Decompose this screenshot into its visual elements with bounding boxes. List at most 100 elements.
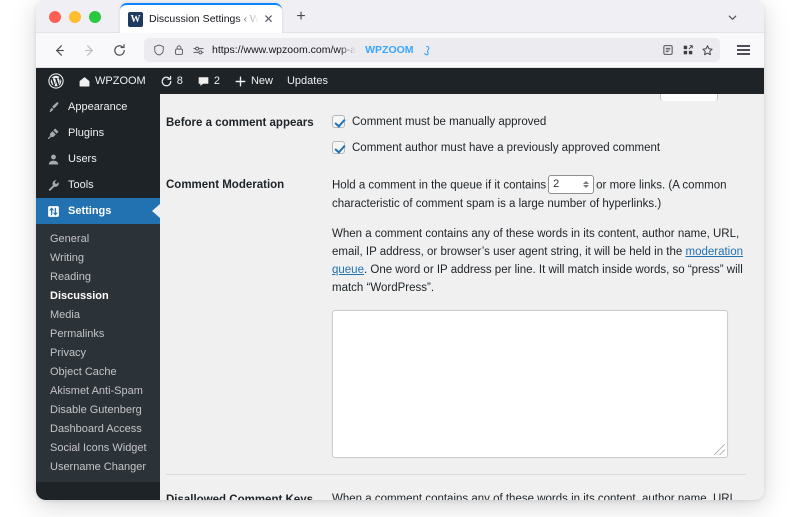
submenu-item-writing[interactable]: Writing (36, 248, 160, 267)
url-brand-label: WPZOOM (365, 44, 414, 56)
extensions-grid-icon[interactable] (680, 43, 695, 58)
adminbar-comments-count: 2 (213, 75, 220, 87)
moderation-words-part2: . One word or IP address per line. It wi… (332, 263, 743, 294)
chevron-down-icon[interactable] (724, 9, 740, 25)
user-icon (46, 153, 60, 166)
bookmark-star-icon[interactable] (700, 43, 715, 58)
adminbar-site-name[interactable]: WPZOOM (71, 68, 153, 94)
adminbar-updates[interactable]: 8 (153, 68, 190, 94)
checkbox-previously-approved[interactable]: Comment author must have a previously ap… (332, 140, 746, 156)
plug-icon (46, 127, 60, 140)
submenu-item-privacy[interactable]: Privacy (36, 343, 160, 362)
submenu-item-discussion[interactable]: Discussion (36, 286, 160, 305)
comment-moderation-label: Comment Moderation (166, 179, 285, 192)
tab-close-icon[interactable]: ✕ (261, 12, 276, 27)
disallowed-comment-keys-field: When a comment contains any of these wor… (332, 491, 746, 500)
url-text: https://www.wpzoom.com/wp-a (212, 44, 357, 56)
plus-icon (234, 75, 247, 88)
submenu-item-reading[interactable]: Reading (36, 267, 160, 286)
submenu-item-object-cache[interactable]: Object Cache (36, 362, 160, 381)
sidebar-item-label: Users (68, 153, 97, 165)
updates-icon (160, 75, 173, 88)
row-before-comment-appears: Before a comment appears Comment must be… (166, 106, 746, 162)
browser-menu-icon[interactable] (730, 37, 756, 63)
forward-arrow-icon[interactable] (76, 37, 102, 63)
wp-admin-bar: WPZOOM 8 2 New Updates (36, 68, 764, 94)
submenu-item-disable-gutenberg[interactable]: Disable Gutenberg (36, 400, 160, 419)
checkbox-manual-approval[interactable]: Comment must be manually approved (332, 114, 746, 130)
submenu-item-permalinks[interactable]: Permalinks (36, 324, 160, 343)
extension-badge-icon[interactable] (419, 43, 434, 58)
wp-admin-body: Appearance Plugins Users Tools Settings … (36, 94, 764, 500)
paintbrush-icon (46, 101, 60, 114)
page-viewport: WPZOOM 8 2 New Updates Appearance Plugin… (36, 68, 764, 500)
before-comment-appears-field: Comment must be manually approved Commen… (332, 114, 746, 156)
tab-favicon-wordpress-icon: W (128, 11, 143, 27)
sidebar-item-label: Appearance (68, 101, 128, 113)
comment-bubble-icon (197, 75, 210, 88)
textarea-resize-handle[interactable] (714, 443, 725, 455)
submenu-item-social-icons-widget[interactable]: Social Icons Widget (36, 438, 160, 457)
home-icon (78, 75, 91, 88)
submenu-item-akismet-anti-spam[interactable]: Akismet Anti-Spam (36, 381, 160, 400)
sidebar-item-label: Settings (68, 205, 112, 217)
sidebar-item-settings[interactable]: Settings (36, 198, 160, 224)
moderation-text-after: or more links. (A common (596, 179, 727, 192)
checkbox-previously-approved-label: Comment author must have a previously ap… (352, 142, 661, 155)
sidebar-item-tools[interactable]: Tools (36, 172, 160, 198)
reader-view-icon[interactable] (660, 43, 675, 58)
adminbar-new-content[interactable]: New (227, 68, 280, 94)
url-bar[interactable]: https://www.wpzoom.com/wp-a WPZOOM (144, 38, 720, 62)
permissions-sliders-icon[interactable] (191, 43, 206, 58)
moderation-text-before: Hold a comment in the queue if it contai… (332, 179, 547, 192)
wp-admin-content: Before a comment appears Comment must be… (160, 94, 764, 500)
before-comment-appears-label: Before a comment appears (166, 117, 314, 129)
moderation-keys-textarea[interactable] (332, 309, 728, 458)
window-traffic-lights (49, 11, 101, 23)
lock-icon[interactable] (171, 43, 186, 58)
sidebar-item-users[interactable]: Users (36, 146, 160, 172)
sidebar-item-appearance[interactable]: Appearance (36, 94, 160, 120)
links-threshold-input[interactable]: 2 (548, 175, 595, 195)
checkbox-manual-approval-label: Comment must be manually approved (352, 116, 547, 128)
adminbar-wordpress-logo[interactable] (36, 68, 71, 94)
sidebar-item-label: Plugins (68, 127, 105, 139)
moderation-links-paragraph: Hold a comment in the queue if it contai… (332, 175, 746, 213)
back-arrow-icon[interactable] (46, 37, 72, 63)
reload-icon[interactable] (106, 37, 132, 63)
sidebar-item-label: Tools (68, 179, 94, 191)
screen-meta-tab[interactable] (660, 94, 718, 101)
checkbox-manual-approval-box[interactable] (332, 115, 345, 128)
row-comment-moderation: Comment Moderation Hold a comment in the… (166, 162, 746, 463)
adminbar-updates-count: 8 (176, 75, 183, 87)
moderation-words-part1: When a comment contains any of these wor… (332, 228, 740, 259)
browser-tab-strip: W Discussion Settings ‹ WPZOOM ✕ + (36, 0, 764, 33)
submenu-item-username-changer[interactable]: Username Changer (36, 457, 160, 476)
tab-title: Discussion Settings ‹ WPZOOM (149, 13, 261, 25)
maximize-window-button[interactable] (89, 11, 101, 23)
sliders-icon (46, 205, 60, 218)
wordpress-logo-icon (48, 73, 64, 89)
links-threshold-value: 2 (553, 178, 560, 191)
number-spinner-icon[interactable] (581, 181, 591, 189)
checkbox-previously-approved-box[interactable] (332, 141, 345, 155)
discussion-settings-form: Before a comment appears Comment must be… (160, 106, 764, 500)
close-window-button[interactable] (49, 11, 61, 23)
disallowed-comment-keys-label: Disallowed Comment Keys (166, 493, 313, 500)
adminbar-updates-link[interactable]: Updates (280, 68, 335, 94)
shield-icon[interactable] (151, 43, 166, 58)
moderation-words-paragraph: When a comment contains any of these wor… (332, 226, 746, 297)
sidebar-item-plugins[interactable]: Plugins (36, 120, 160, 146)
row-disallowed-comment-keys: Disallowed Comment Keys When a comment c… (166, 475, 746, 500)
adminbar-site-name-label: WPZOOM (95, 75, 146, 87)
submenu-item-general[interactable]: General (36, 229, 160, 248)
adminbar-comments[interactable]: 2 (190, 68, 227, 94)
browser-tab-active[interactable]: W Discussion Settings ‹ WPZOOM ✕ (120, 3, 282, 33)
moderation-text-line2: characteristic of comment spam is a larg… (332, 197, 662, 210)
submenu-item-dashboard-access[interactable]: Dashboard Access (36, 419, 160, 438)
submenu-item-media[interactable]: Media (36, 305, 160, 324)
minimize-window-button[interactable] (69, 11, 81, 23)
new-tab-button[interactable]: + (292, 8, 310, 26)
wp-admin-sidebar: Appearance Plugins Users Tools Settings … (36, 94, 160, 500)
disallowed-keys-text: When a comment contains any of these wor… (332, 492, 740, 500)
